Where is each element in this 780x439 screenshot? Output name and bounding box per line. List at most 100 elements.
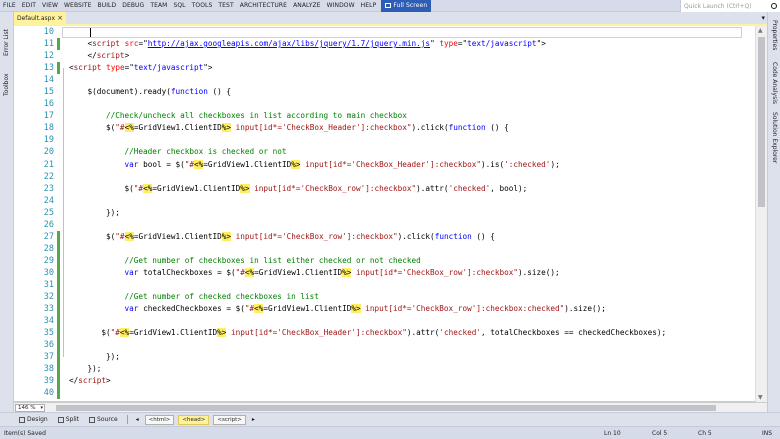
document-tab[interactable]: Default.aspx × xyxy=(14,12,66,24)
change-marker xyxy=(57,62,60,75)
design-view-button[interactable]: Design xyxy=(16,416,51,423)
menu-edit[interactable]: EDIT xyxy=(19,0,39,12)
menu-file[interactable]: FILE xyxy=(0,0,19,12)
code-line[interactable]: 14 xyxy=(14,74,754,86)
code-editor[interactable]: 10 11 <script src="http://ajax.googleapis… xyxy=(14,26,767,402)
menu-tools[interactable]: TOOLS xyxy=(189,0,216,12)
code-line[interactable]: 21 var bool = $("#<%=GridView1.ClientID%… xyxy=(14,159,754,171)
code-token: <% xyxy=(194,159,204,169)
code-token: $( xyxy=(69,231,116,241)
code-line[interactable]: 38 }); xyxy=(14,363,754,376)
code-line[interactable]: 40 xyxy=(14,387,754,400)
code-line[interactable]: 23 $("#<%=GridView1.ClientID%> input[id*… xyxy=(14,183,754,195)
menu-build[interactable]: BUILD xyxy=(94,0,119,12)
code-line[interactable]: 32 //Get number of checked checkboxes in… xyxy=(14,291,754,304)
menu-analyze[interactable]: ANALYZE xyxy=(290,0,324,12)
code-text: }); xyxy=(69,351,120,363)
menu-help[interactable]: HELP xyxy=(358,0,380,12)
code-token: <% xyxy=(124,231,134,241)
status-message: Item(s) Saved xyxy=(4,430,46,437)
properties-tab[interactable]: Properties xyxy=(771,20,778,50)
code-token: input[id*='CheckBox_row']:checkbox:check… xyxy=(360,304,565,314)
chevron-left-icon[interactable]: ◂ xyxy=(134,416,141,423)
code-line[interactable]: 33 var checkedCheckboxes = $("#<%=GridVi… xyxy=(14,303,754,316)
code-token: %> xyxy=(217,328,227,338)
code-line[interactable]: 37 }); xyxy=(14,351,754,364)
menu-website[interactable]: WEBSITE xyxy=(61,0,94,12)
code-line[interactable]: 31 xyxy=(14,278,754,292)
code-line[interactable]: 20 //Header checkbox is checked or not xyxy=(14,146,754,158)
code-line[interactable]: 36 xyxy=(14,339,754,352)
code-token: "# xyxy=(115,231,125,241)
menu-debug[interactable]: DEBUG xyxy=(119,0,147,12)
document-tab-row: Default.aspx × ▾ xyxy=(14,12,767,24)
code-token: "# xyxy=(184,159,194,169)
horizontal-scrollbar[interactable] xyxy=(48,404,753,412)
line-number: 39 xyxy=(43,376,54,387)
code-line[interactable]: 18 $("#<%=GridView1.ClientID%> input[id*… xyxy=(14,122,754,134)
solution-explorer-tab[interactable]: Solution Explorer xyxy=(771,112,778,163)
scroll-up-icon[interactable]: ▲ xyxy=(758,27,763,34)
code-line[interactable]: 39 </script> xyxy=(14,375,754,388)
scroll-down-icon[interactable]: ▼ xyxy=(758,394,763,401)
line-number: 22 xyxy=(43,171,54,182)
menu-window[interactable]: WINDOW xyxy=(324,0,358,12)
error-list-tab[interactable]: Error List xyxy=(3,29,10,56)
code-line[interactable]: 19 xyxy=(14,134,754,146)
menu-architecture[interactable]: ARCHITECTURE xyxy=(237,0,290,12)
breadcrumb-head[interactable]: <head> xyxy=(178,414,210,425)
breadcrumb-script[interactable]: <script> xyxy=(213,414,246,425)
code-token: =GridView1.ClientID xyxy=(152,183,241,193)
code-line[interactable]: 17 //Check/uncheck all checkboxes in lis… xyxy=(14,110,754,122)
full-screen-label: Full Screen xyxy=(393,1,428,9)
code-analysis-tab[interactable]: Code Analysis xyxy=(771,62,778,104)
menu-team[interactable]: TEAM xyxy=(147,0,170,12)
zoom-select[interactable]: 146 % ▾ xyxy=(15,404,45,412)
code-line[interactable]: 22 xyxy=(14,171,754,183)
change-marker xyxy=(57,351,60,364)
code-line[interactable]: 29 //Get number of checkboxes in list ei… xyxy=(14,254,754,267)
split-view-button[interactable]: Split xyxy=(55,416,82,423)
code-line[interactable]: 27 $("#<%=GridView1.ClientID%> input[id*… xyxy=(14,230,754,243)
vertical-scrollbar[interactable]: ▲ ▼ xyxy=(755,26,767,402)
code-line[interactable]: 10 xyxy=(14,26,754,38)
code-line[interactable]: 28 xyxy=(14,242,754,255)
chevron-down-icon[interactable]: ▾ xyxy=(761,12,765,24)
quick-launch-input[interactable]: Quick Launch (Ctrl+Q) xyxy=(680,0,780,12)
horizontal-scrollbar-thumb[interactable] xyxy=(56,405,716,411)
menu-sql[interactable]: SQL xyxy=(170,0,188,12)
chevron-right-icon[interactable]: ▸ xyxy=(250,416,257,423)
status-bar: Item(s) Saved Ln 10 Col 5 Ch 5 INS xyxy=(0,426,780,439)
code-token: input[id*='CheckBox_Header']:checkbox" xyxy=(231,123,412,133)
code-line[interactable]: 16 xyxy=(14,98,754,110)
code-line[interactable]: 30 var totalCheckboxes = $("#<%=GridView… xyxy=(14,266,754,279)
code-line[interactable]: 12 </script> xyxy=(14,50,754,62)
code-line[interactable]: 34 xyxy=(14,315,754,328)
code-line[interactable]: 35 $("#<%=GridView1.ClientID%> input[id*… xyxy=(14,327,754,340)
close-icon[interactable]: × xyxy=(57,14,63,22)
code-token: %> xyxy=(351,304,361,314)
line-number: 27 xyxy=(43,231,54,242)
menu-view[interactable]: VIEW xyxy=(39,0,61,12)
code-line[interactable]: 26 xyxy=(14,219,754,231)
line-number: 34 xyxy=(43,316,54,327)
vertical-scrollbar-thumb[interactable] xyxy=(758,37,765,207)
code-line[interactable]: 13 <script type="text/javascript"> xyxy=(14,62,754,75)
code-line[interactable]: 11 <script src="http://ajax.googleapis.c… xyxy=(14,38,754,51)
code-line[interactable]: 15 $(document).ready(function () { xyxy=(14,86,754,98)
full-screen-button[interactable]: Full Screen xyxy=(381,0,432,12)
code-token: %> xyxy=(221,231,232,241)
source-view-button[interactable]: Source xyxy=(86,416,121,423)
toolbox-tab[interactable]: Toolbox xyxy=(3,74,10,97)
split-view-label: Split xyxy=(65,416,80,423)
menu-test[interactable]: TEST xyxy=(215,0,236,12)
code-token: %> xyxy=(221,123,232,133)
change-marker xyxy=(57,230,60,243)
code-token: =GridView1.ClientID xyxy=(254,267,343,277)
code-line[interactable]: 24 xyxy=(14,195,754,207)
breadcrumb-html[interactable]: <html> xyxy=(144,414,175,425)
code-token: var xyxy=(124,304,139,314)
code-token: totalCheckboxes = $( xyxy=(138,267,236,277)
code-line[interactable]: 25 }); xyxy=(14,207,754,219)
